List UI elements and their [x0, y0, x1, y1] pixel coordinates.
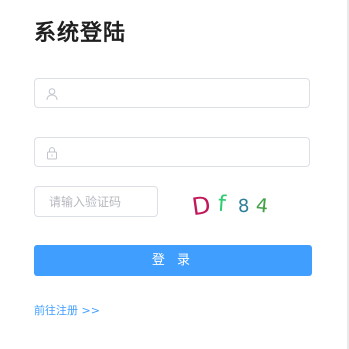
captcha-input[interactable]	[49, 187, 153, 216]
username-field[interactable]	[34, 78, 310, 108]
captcha-char-2: f	[217, 191, 227, 218]
password-field[interactable]	[34, 137, 310, 167]
captcha-field[interactable]	[34, 186, 158, 217]
captcha-image[interactable]: D f 8 4	[186, 186, 286, 226]
username-input[interactable]	[67, 79, 303, 107]
register-link[interactable]: 前往注册 >>	[34, 304, 100, 318]
user-icon	[45, 86, 59, 101]
password-input[interactable]	[67, 138, 303, 166]
page-title: 系统登陆	[34, 21, 127, 46]
captcha-char-4: 4	[254, 194, 270, 218]
login-button[interactable]: 登 录	[34, 245, 312, 276]
lock-icon	[45, 145, 59, 160]
captcha-char-3: 8	[237, 195, 250, 218]
captcha-char-1: D	[190, 190, 213, 222]
login-page: 系统登陆 D f 8 4 登 录 前往注册 >>	[0, 0, 349, 349]
